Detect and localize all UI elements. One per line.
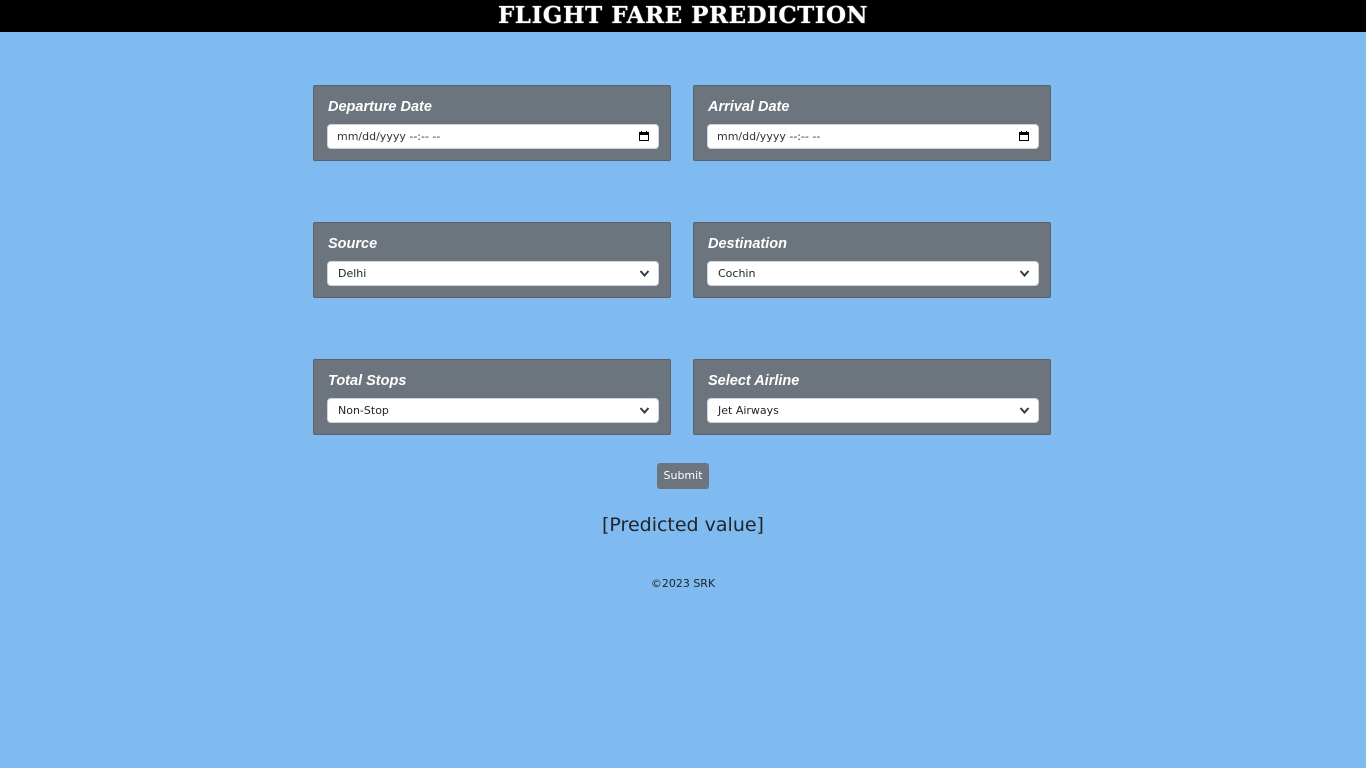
calendar-icon[interactable]	[639, 131, 649, 141]
source-card: Source Delhi	[313, 222, 671, 298]
chevron-down-icon	[639, 270, 650, 278]
departure-date-label: Departure Date	[328, 99, 432, 115]
departure-date-input[interactable]: mm/dd/yyyy --:-- --	[327, 124, 659, 149]
footer-copyright: ©2023 SRK	[650, 577, 716, 590]
calendar-icon[interactable]	[1019, 131, 1029, 141]
source-label: Source	[328, 236, 378, 252]
total-stops-selected-value: Non-Stop	[338, 404, 389, 417]
airline-card: Select Airline Jet Airways	[693, 359, 1051, 435]
submit-button[interactable]: Submit	[657, 463, 709, 489]
chevron-down-icon	[1019, 407, 1030, 415]
destination-label: Destination	[708, 236, 787, 252]
destination-select[interactable]: Cochin	[707, 261, 1039, 286]
airline-select[interactable]: Jet Airways	[707, 398, 1039, 423]
arrival-date-input[interactable]: mm/dd/yyyy --:-- --	[707, 124, 1039, 149]
arrival-date-label: Arrival Date	[708, 99, 790, 115]
top-bar: FLIGHT FARE PREDICTION	[0, 0, 1366, 32]
predicted-value-text: [Predicted value]	[602, 514, 764, 536]
total-stops-card: Total Stops Non-Stop	[313, 359, 671, 435]
departure-date-placeholder: mm/dd/yyyy --:-- --	[337, 130, 441, 143]
chevron-down-icon	[639, 407, 650, 415]
arrival-date-card: Arrival Date mm/dd/yyyy --:-- --	[693, 85, 1051, 161]
departure-date-card: Departure Date mm/dd/yyyy --:-- --	[313, 85, 671, 161]
airline-label: Select Airline	[708, 373, 800, 389]
source-select[interactable]: Delhi	[327, 261, 659, 286]
destination-card: Destination Cochin	[693, 222, 1051, 298]
page-title: FLIGHT FARE PREDICTION	[497, 2, 869, 29]
source-selected-value: Delhi	[338, 267, 367, 280]
destination-selected-value: Cochin	[718, 267, 756, 280]
total-stops-select[interactable]: Non-Stop	[327, 398, 659, 423]
airline-selected-value: Jet Airways	[718, 404, 779, 417]
chevron-down-icon	[1019, 270, 1030, 278]
arrival-date-placeholder: mm/dd/yyyy --:-- --	[717, 130, 821, 143]
total-stops-label: Total Stops	[328, 373, 407, 389]
